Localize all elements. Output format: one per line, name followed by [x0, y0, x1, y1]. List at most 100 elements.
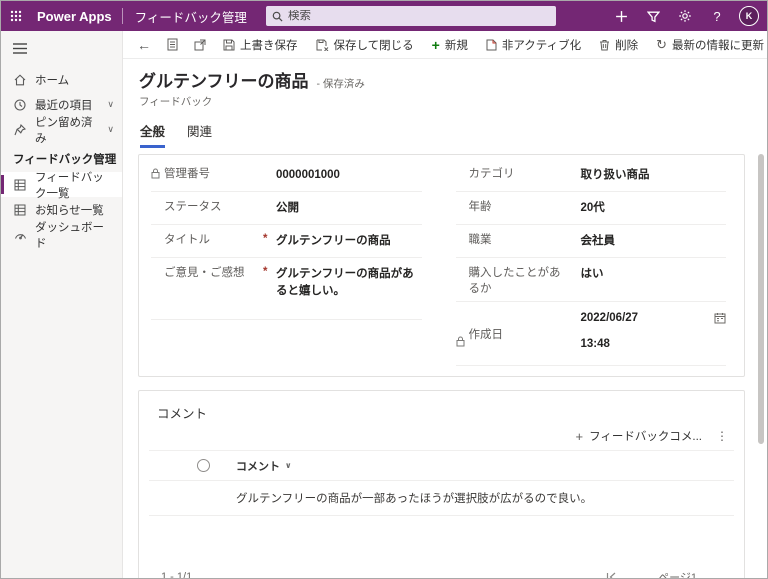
- refresh-button[interactable]: ↻ 最新の情報に更新: [648, 33, 767, 57]
- first-page-icon[interactable]: [606, 572, 617, 578]
- page-title: グルテンフリーの商品: [139, 72, 309, 91]
- field-label: 年齢: [468, 201, 492, 213]
- chevron-down-icon: ∨: [107, 99, 114, 109]
- vertical-scrollbar[interactable]: [758, 154, 764, 568]
- chevron-down-icon: ∨: [285, 461, 292, 471]
- sidebar-item-label: フィードバック一覧: [35, 171, 104, 200]
- field-value[interactable]: 2022/06/27 13:48: [581, 310, 727, 361]
- field-age: 年齢 20代: [455, 192, 727, 225]
- tab-general[interactable]: 全般: [140, 121, 166, 148]
- created-date: 2022/06/27: [580, 312, 639, 325]
- previous-page-icon[interactable]: ←: [631, 570, 644, 578]
- page-number-label: ページ1: [658, 569, 697, 578]
- field-value[interactable]: 20代: [581, 200, 727, 217]
- general-section-card: 管理番号 0000001000 ステータス 公開 タイトル * グルテンフリーの…: [138, 154, 745, 378]
- field-title: タイトル * グルテンフリーの商品: [151, 225, 422, 258]
- brand-logo-text[interactable]: Power Apps: [37, 9, 112, 24]
- add-feedback-comment-button[interactable]: + フィードバックコメ...: [576, 428, 702, 444]
- field-created-on: 作成日 2022/06/27 13:48: [455, 302, 727, 367]
- next-page-icon[interactable]: →: [711, 570, 724, 578]
- select-all-checkbox[interactable]: [197, 459, 210, 473]
- save-button[interactable]: 上書き保存: [215, 33, 306, 57]
- sidebar-item-feedback-list[interactable]: フィードバック一覧: [1, 172, 122, 200]
- record-set-icon[interactable]: [159, 33, 185, 57]
- field-management-number: 管理番号 0000001000: [151, 159, 422, 192]
- sidebar-collapse-button[interactable]: [1, 35, 122, 61]
- app-window: Power Apps フィードバック管理 ? K: [0, 0, 768, 579]
- trash-icon: [599, 39, 610, 51]
- account-avatar[interactable]: K: [735, 2, 763, 30]
- popout-icon[interactable]: [187, 33, 213, 57]
- field-label: ステータス: [164, 201, 222, 213]
- sidebar-item-pinned[interactable]: ピン留め済み ∨: [1, 117, 122, 145]
- search-icon: [272, 11, 283, 22]
- deactivate-icon: [486, 39, 497, 51]
- field-value[interactable]: 取り扱い商品: [581, 167, 727, 184]
- sidebar-nav: ホーム 最近の項目 ∨ ピン留め済み ∨ フィードバック管理 フィードバック一覧…: [1, 31, 123, 578]
- save-and-close-button[interactable]: 保存して閉じる: [308, 33, 422, 57]
- topbar-actions: ? K: [607, 1, 763, 31]
- scrollbar-thumb[interactable]: [758, 154, 764, 444]
- field-status: ステータス 公開: [151, 192, 422, 225]
- created-time: 13:48: [580, 337, 610, 350]
- filter-icon[interactable]: [639, 2, 667, 30]
- tab-related[interactable]: 関連: [187, 121, 212, 148]
- calendar-icon[interactable]: [714, 312, 726, 324]
- new-button[interactable]: + 新規: [424, 33, 476, 57]
- comments-footer: 1 - 1/1 ← ページ1 →: [149, 569, 734, 578]
- help-icon[interactable]: ?: [703, 2, 731, 30]
- global-search[interactable]: [266, 6, 556, 26]
- comments-section-title: コメント: [157, 407, 208, 422]
- field-value[interactable]: はい: [581, 266, 727, 283]
- field-value[interactable]: 公開: [276, 200, 422, 217]
- field-value[interactable]: グルテンフリーの商品があると嬉しい。: [276, 266, 422, 299]
- required-marker: *: [263, 233, 268, 245]
- field-value[interactable]: 0000001000: [276, 167, 422, 184]
- dashboard-icon: [13, 229, 27, 241]
- sidebar-item-label: お知らせ一覧: [35, 204, 104, 217]
- comments-actions: + フィードバックコメ... ⋮: [149, 422, 734, 452]
- app-name[interactable]: フィードバック管理: [135, 7, 247, 26]
- field-category: カテゴリ 取り扱い商品: [455, 159, 727, 192]
- sidebar-item-label: 最近の項目: [35, 99, 93, 112]
- field-label: タイトル: [164, 234, 210, 246]
- top-bar: Power Apps フィードバック管理 ? K: [1, 1, 767, 31]
- lock-icon: [151, 168, 160, 179]
- delete-button[interactable]: 削除: [591, 33, 646, 57]
- settings-gear-icon[interactable]: [671, 2, 699, 30]
- sidebar-item-label: ホーム: [35, 74, 70, 87]
- record-header: グルテンフリーの商品 - 保存済み フィードバック: [123, 59, 767, 109]
- avatar: K: [739, 6, 759, 26]
- search-input[interactable]: [288, 10, 550, 22]
- entity-name: フィードバック: [139, 96, 213, 108]
- required-marker: *: [263, 266, 268, 278]
- comment-row[interactable]: グルテンフリーの商品が一部あったほうが選択肢が広がるので良い。: [149, 481, 734, 517]
- field-purchased: 購入したことがあるか はい: [455, 258, 727, 303]
- deactivate-button[interactable]: 非アクティブ化: [478, 33, 589, 57]
- field-occupation: 職業 会社員: [455, 225, 727, 258]
- record-range: 1 - 1/1: [161, 571, 193, 578]
- clock-icon: [13, 98, 27, 111]
- sidebar-item-dashboard[interactable]: ダッシュボード: [1, 222, 122, 250]
- sidebar-item-home[interactable]: ホーム: [1, 67, 122, 92]
- home-icon: [13, 73, 27, 86]
- list-grid-icon: [13, 179, 27, 191]
- field-value[interactable]: グルテンフリーの商品: [276, 233, 422, 250]
- field-value[interactable]: 会社員: [581, 233, 727, 250]
- column-header-comment[interactable]: コメント ∨: [236, 458, 292, 474]
- hamburger-icon: [13, 42, 27, 54]
- add-icon[interactable]: [607, 2, 635, 30]
- field-opinion: ご意見・ご感想 * グルテンフリーの商品があると嬉しい。: [151, 258, 422, 320]
- more-commands-icon[interactable]: ⋮: [712, 429, 732, 443]
- field-label: カテゴリ: [468, 168, 515, 180]
- chevron-down-icon: ∨: [107, 124, 114, 134]
- waffle-menu-icon[interactable]: [1, 1, 31, 31]
- lock-icon: [456, 336, 465, 347]
- save-status-badge: - 保存済み: [316, 78, 365, 90]
- save-close-icon: [316, 39, 329, 51]
- back-button[interactable]: ←: [131, 33, 157, 57]
- field-label: ご意見・ご感想: [164, 267, 245, 279]
- save-icon: [223, 39, 235, 51]
- comments-section-card: コメント + フィードバックコメ... ⋮ コメント ∨ グルテンフリーの商品が…: [138, 390, 745, 578]
- sidebar-item-label: ピン留め済み: [35, 116, 93, 145]
